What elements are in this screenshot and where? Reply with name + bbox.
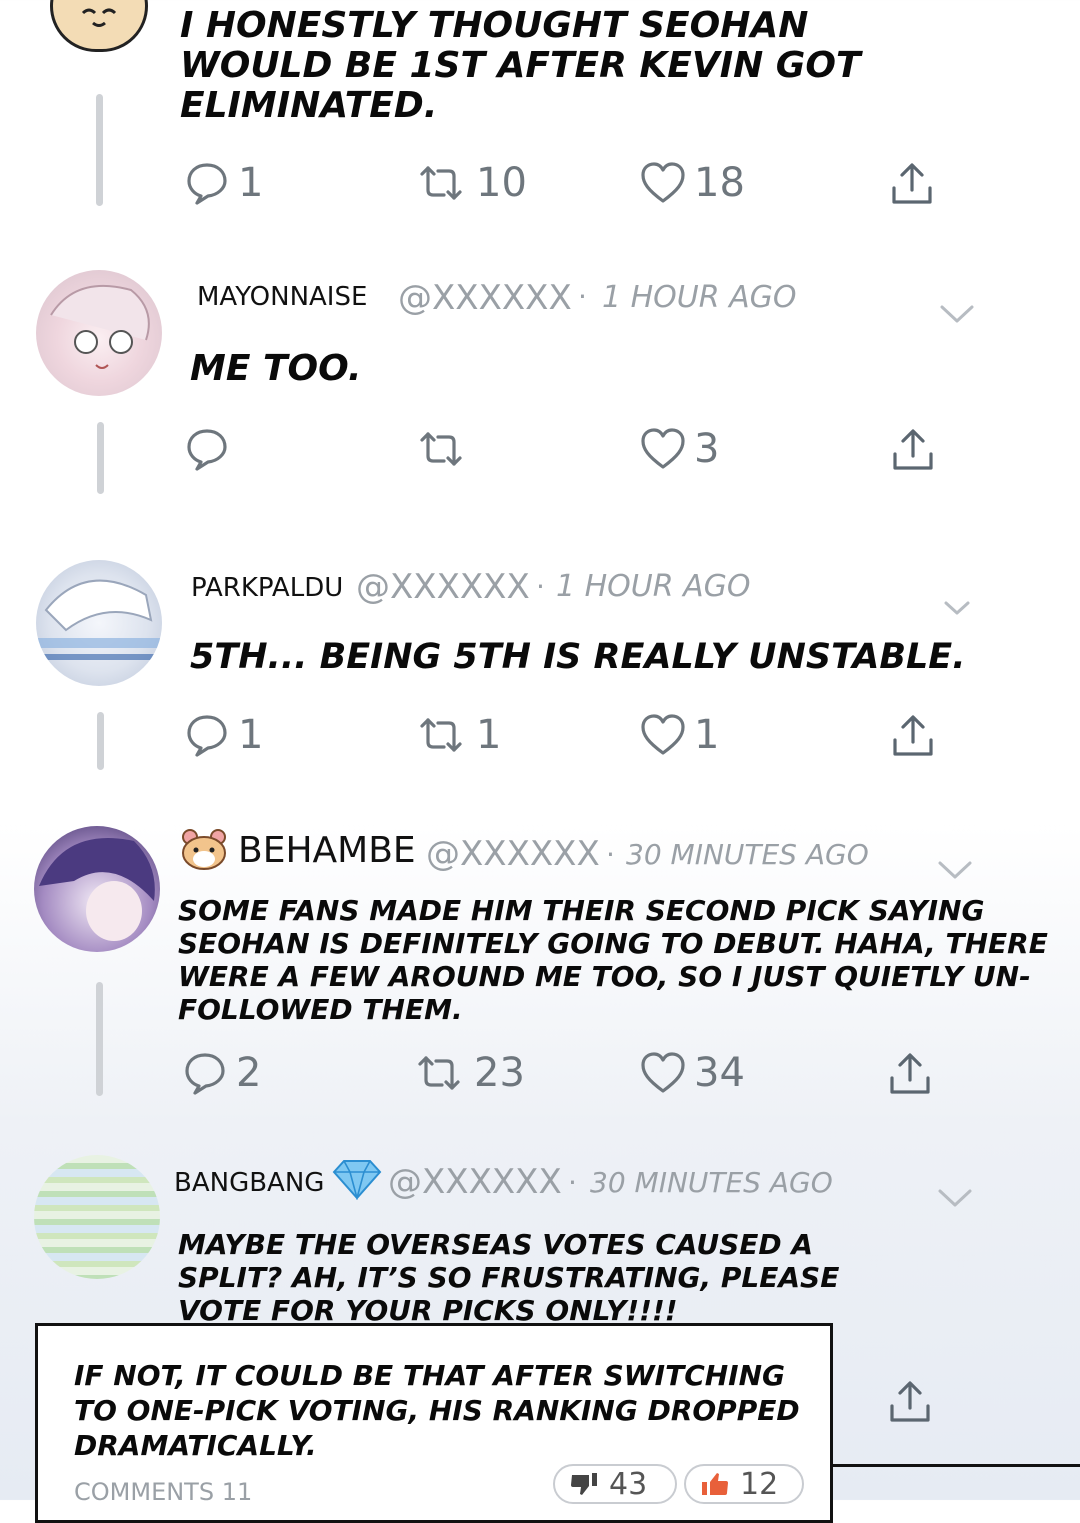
- retweet-button[interactable]: [414, 426, 476, 472]
- thread-line: [97, 712, 104, 770]
- retweet-icon: [420, 166, 462, 200]
- like-button[interactable]: 3: [640, 426, 719, 472]
- reply-button[interactable]: 1: [184, 712, 263, 758]
- separator-dot: ·: [568, 1166, 577, 1199]
- white-hair-avatar[interactable]: [36, 560, 162, 686]
- reply-count: 2: [236, 1050, 262, 1096]
- text-line: TO ONE-PICK VOTING, HIS RANKING DROPPED: [74, 1394, 800, 1427]
- share-icon: [893, 429, 933, 470]
- user-handle[interactable]: @XXXXXX: [388, 1162, 562, 1202]
- dialog-text: IF NOT, IT COULD BE THAT AFTER SWITCHING…: [74, 1358, 800, 1463]
- reply-button[interactable]: [184, 426, 238, 472]
- reply-icon: [187, 163, 227, 205]
- like-count: 12: [740, 1466, 779, 1502]
- reply-icon: [187, 429, 227, 471]
- like-count: 3: [694, 426, 720, 472]
- chevron-down-icon[interactable]: [942, 598, 972, 623]
- striped-avatar[interactable]: [34, 1155, 160, 1279]
- comment-text: ME TOO.: [190, 348, 362, 389]
- thread-line: [96, 982, 103, 1096]
- share-button[interactable]: [888, 160, 936, 208]
- share-button[interactable]: [886, 1050, 934, 1098]
- share-icon: [890, 1381, 930, 1422]
- like-button[interactable]: 18: [640, 160, 745, 206]
- user-handle[interactable]: @XXXXXX: [398, 278, 572, 318]
- username[interactable]: BANGBANG: [174, 1168, 324, 1198]
- reply-button[interactable]: 2: [182, 1050, 261, 1096]
- retweet-count: 1: [476, 712, 502, 758]
- text-line: DRAMATICALLY.: [74, 1429, 317, 1462]
- like-button[interactable]: 12: [684, 1464, 804, 1504]
- comment-text: MAYBE THE OVERSEAS VOTES CAUSED A SPLIT?…: [178, 1228, 839, 1327]
- like-button[interactable]: 34: [640, 1050, 745, 1096]
- hamster-emoji-icon: [180, 828, 228, 870]
- separator-dot: ·: [606, 838, 615, 871]
- text-line: SPLIT? AH, IT’S SO FRUSTRATING, PLEASE: [178, 1261, 840, 1294]
- text-line: WERE A FEW AROUND ME TOO, SO I JUST QUIE…: [178, 960, 1031, 993]
- text-line: MAYBE THE OVERSEAS VOTES CAUSED A: [178, 1228, 814, 1261]
- reply-button[interactable]: 1: [184, 160, 263, 206]
- hamster-avatar[interactable]: [50, 0, 148, 52]
- text-line: FOLLOWED THEM.: [178, 993, 463, 1026]
- thread-line: [97, 422, 104, 494]
- retweet-button[interactable]: 1: [414, 712, 501, 758]
- thumbs-down-icon: [571, 1473, 597, 1495]
- timestamp: 30 MINUTES AGO: [590, 1166, 833, 1199]
- reply-icon: [185, 1053, 225, 1095]
- username[interactable]: MAYONNAISE: [197, 282, 367, 312]
- retweet-icon: [420, 432, 462, 466]
- separator-dot: ·: [578, 280, 587, 313]
- retweet-button[interactable]: 10: [414, 160, 527, 206]
- share-button[interactable]: [889, 426, 937, 474]
- separator-dot: ·: [536, 570, 545, 603]
- comment-text: 5TH... BEING 5TH IS REALLY UNSTABLE.: [190, 637, 966, 677]
- timestamp: 1 HOUR AGO: [556, 569, 751, 604]
- dislike-button[interactable]: 43: [553, 1464, 677, 1504]
- text-line: SEOHAN IS DEFINITELY GOING TO DEBUT. HAH…: [178, 927, 1048, 960]
- heart-icon: [641, 1052, 685, 1093]
- user-handle[interactable]: @XXXXXX: [426, 834, 600, 874]
- chevron-down-icon[interactable]: [938, 302, 976, 331]
- reply-count: 1: [238, 160, 264, 206]
- comment-text: SOME FANS MADE HIM THEIR SECOND PICK SAY…: [178, 894, 1048, 1026]
- share-button[interactable]: [886, 1378, 934, 1426]
- timestamp: 30 MINUTES AGO: [626, 838, 869, 871]
- share-icon: [893, 715, 933, 756]
- retweet-count: 23: [474, 1050, 525, 1096]
- text-line: SOME FANS MADE HIM THEIR SECOND PICK SAY…: [178, 894, 985, 927]
- like-count: 18: [694, 160, 745, 206]
- diamond-icon: [330, 1158, 384, 1202]
- heart-icon: [641, 428, 685, 469]
- user-handle[interactable]: @XXXXXX: [356, 567, 530, 607]
- share-icon: [890, 1053, 930, 1094]
- share-icon: [892, 163, 932, 204]
- frame-divider: [833, 1464, 1080, 1467]
- comment-dialog: IF NOT, IT COULD BE THAT AFTER SWITCHING…: [35, 1323, 833, 1523]
- retweet-icon: [420, 718, 462, 752]
- heart-icon: [641, 162, 685, 203]
- like-count: 34: [694, 1050, 745, 1096]
- chevron-down-icon[interactable]: [936, 1186, 974, 1215]
- username[interactable]: PARKPALDU: [191, 573, 343, 603]
- like-count: 1: [694, 712, 720, 758]
- retweet-count: 10: [476, 160, 527, 206]
- reply-count: 1: [238, 712, 264, 758]
- like-button[interactable]: 1: [640, 712, 719, 758]
- retweet-icon: [418, 1056, 460, 1090]
- reply-icon: [187, 715, 227, 757]
- pink-hair-avatar[interactable]: [36, 270, 162, 396]
- heart-icon: [641, 714, 685, 755]
- purple-hair-avatar[interactable]: [34, 826, 160, 952]
- comment-text: I HONESTLY THOUGHT SEOHAN WOULD BE 1ST A…: [180, 5, 861, 126]
- username[interactable]: BEHAMBE: [238, 830, 416, 871]
- comments-link[interactable]: COMMENTS 11: [74, 1478, 252, 1506]
- chevron-down-icon[interactable]: [936, 858, 974, 887]
- share-button[interactable]: [889, 712, 937, 760]
- thumbs-up-icon: [702, 1473, 728, 1495]
- retweet-button[interactable]: 23: [412, 1050, 525, 1096]
- text-line: IF NOT, IT COULD BE THAT AFTER SWITCHING: [74, 1359, 786, 1392]
- timestamp: 1 HOUR AGO: [602, 280, 797, 315]
- thread-line: [96, 94, 103, 206]
- dislike-count: 43: [609, 1466, 648, 1502]
